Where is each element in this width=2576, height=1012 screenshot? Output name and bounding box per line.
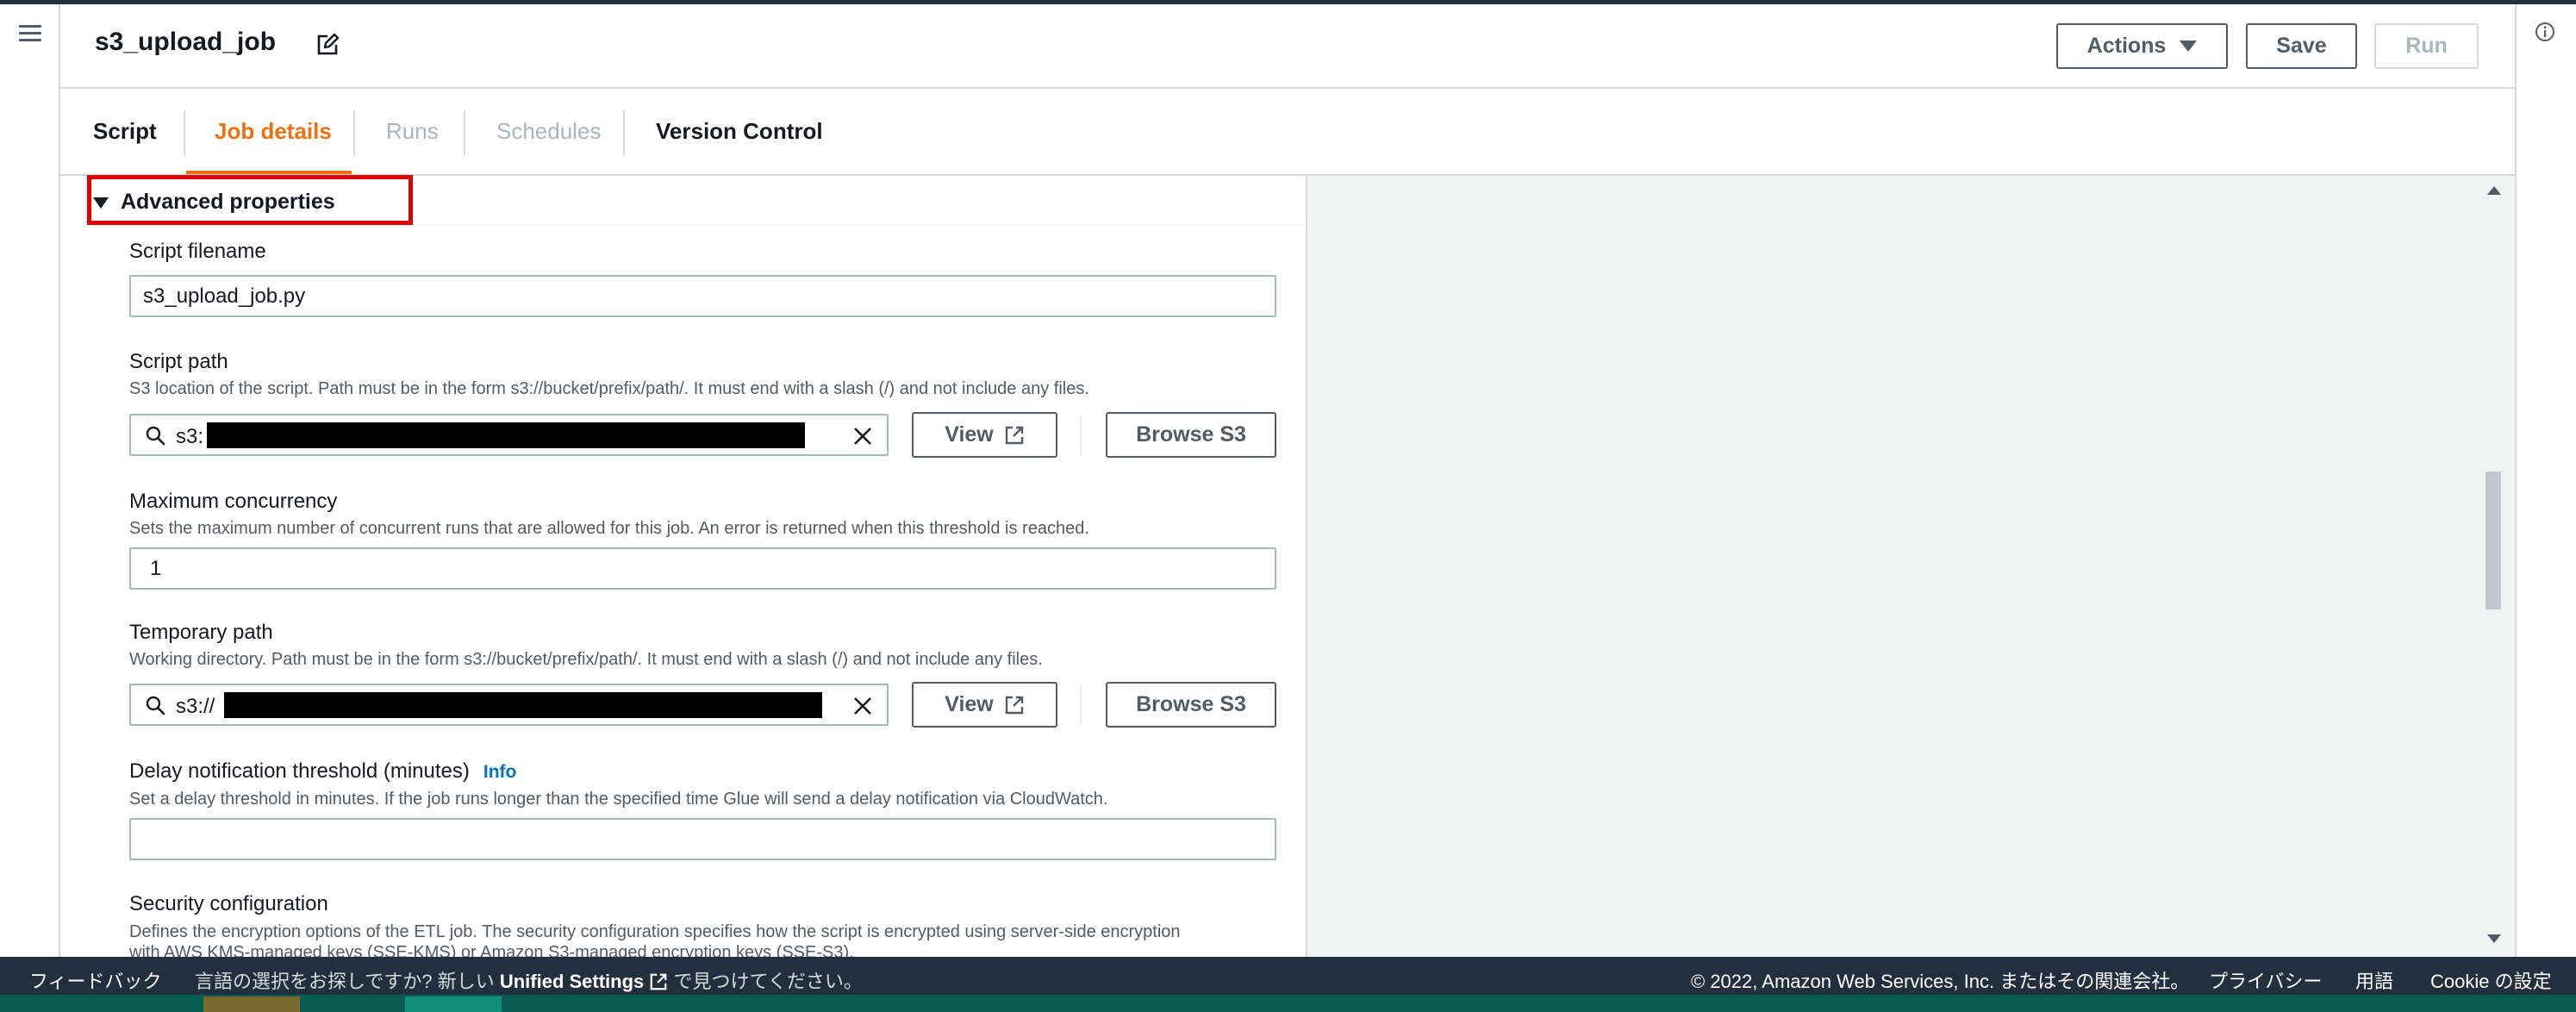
close-icon[interactable] xyxy=(851,695,874,717)
delay-threshold-description: Set a delay threshold in minutes. If the… xyxy=(129,790,1108,809)
job-details-form: Advanced properties Script filename s3_u… xyxy=(60,176,1307,957)
delay-threshold-label-row: Delay notification threshold (minutes) I… xyxy=(129,759,516,784)
script-path-description: S3 location of the script. Path must be … xyxy=(129,379,1089,398)
lang-suffix: で見つけてください。 xyxy=(673,971,863,992)
script-path-label: Script path xyxy=(129,350,228,373)
taskbar-app-icon[interactable] xyxy=(405,996,502,1012)
scroll-up-arrow[interactable] xyxy=(2487,186,2501,195)
cookie-settings-link[interactable]: Cookie の設定 xyxy=(2430,966,2552,994)
info-circle-icon[interactable] xyxy=(2535,22,2555,42)
tab-runs: Runs xyxy=(386,118,439,144)
button-separator xyxy=(1080,415,1082,455)
language-settings-message: 言語の選択をお探しですか? 新しい Unified Settings で見つけて… xyxy=(195,966,863,994)
delay-threshold-info-link[interactable]: Info xyxy=(483,762,516,783)
tab-version-control[interactable]: Version Control xyxy=(656,118,823,145)
max-concurrency-label: Maximum concurrency xyxy=(129,490,338,513)
top-bar xyxy=(0,0,2576,4)
os-taskbar xyxy=(0,995,2576,1012)
redacted-value xyxy=(207,422,805,448)
tab-separator xyxy=(184,110,185,155)
security-config-description-line2: with AWS KMS-managed keys (SSE-KMS) or A… xyxy=(129,943,854,957)
close-icon[interactable] xyxy=(851,425,874,447)
external-link-icon xyxy=(1005,696,1023,714)
left-navigation-rail xyxy=(0,4,60,957)
search-icon xyxy=(146,696,165,715)
actions-label: Actions xyxy=(2086,34,2167,58)
view-label: View xyxy=(945,422,994,447)
header-divider xyxy=(60,87,2515,89)
taskbar-app-icon[interactable] xyxy=(203,996,300,1012)
feedback-link[interactable]: フィードバック xyxy=(29,966,162,994)
tab-script[interactable]: Script xyxy=(93,118,157,145)
tab-separator xyxy=(623,110,625,155)
tab-schedules: Schedules xyxy=(496,118,602,144)
copyright-text: © 2022, Amazon Web Services, Inc. またはその関… xyxy=(1691,971,2190,992)
delay-threshold-label: Delay notification threshold (minutes) xyxy=(129,759,470,783)
lang-prefix: 言語の選択をお探しですか? 新しい xyxy=(195,971,495,992)
scrollbar-thumb[interactable] xyxy=(2486,472,2501,609)
temporary-path-view-button[interactable]: View xyxy=(912,682,1057,728)
save-label: Save xyxy=(2276,34,2327,58)
right-panel xyxy=(1307,176,2515,957)
footer: フィードバック 言語の選択をお探しですか? 新しい Unified Settin… xyxy=(0,957,2576,995)
tab-separator xyxy=(353,110,355,155)
edit-icon[interactable] xyxy=(315,33,340,57)
terms-link[interactable]: 用語 xyxy=(2355,966,2393,994)
delay-threshold-input[interactable] xyxy=(129,818,1276,860)
scroll-down-arrow[interactable] xyxy=(2487,934,2501,943)
temporary-path-description: Working directory. Path must be in the f… xyxy=(129,650,1043,669)
browse-s3-label: Browse S3 xyxy=(1136,692,1246,716)
search-icon xyxy=(146,426,165,446)
script-path-browse-s3-button[interactable]: Browse S3 xyxy=(1106,412,1276,458)
save-button[interactable]: Save xyxy=(2246,23,2357,69)
script-filename-label: Script filename xyxy=(129,240,266,263)
run-label: Run xyxy=(2405,34,2448,58)
section-divider xyxy=(93,224,1304,225)
security-config-label: Security configuration xyxy=(129,892,328,915)
run-button: Run xyxy=(2374,23,2479,69)
hamburger-menu-icon[interactable] xyxy=(19,25,41,42)
privacy-link[interactable]: プライバシー xyxy=(2209,966,2323,994)
browse-s3-label: Browse S3 xyxy=(1136,422,1246,447)
advanced-properties-title: Advanced properties xyxy=(121,190,335,214)
temporary-path-label: Temporary path xyxy=(129,621,273,644)
advanced-properties-toggle[interactable]: Advanced properties xyxy=(93,190,335,215)
max-concurrency-value: 1 xyxy=(150,556,162,580)
caret-down-icon xyxy=(2180,41,2198,52)
external-link-icon xyxy=(651,973,667,990)
script-path-view-button[interactable]: View xyxy=(912,412,1057,458)
script-filename-value: s3_upload_job.py xyxy=(143,284,306,308)
temporary-path-value: s3:// xyxy=(176,695,215,718)
script-path-value: s3: xyxy=(176,425,204,448)
actions-dropdown-button[interactable]: Actions xyxy=(2056,23,2228,69)
right-tools-rail xyxy=(2515,4,2576,957)
unified-settings-link[interactable]: Unified Settings xyxy=(500,971,644,992)
max-concurrency-input[interactable]: 1 xyxy=(129,547,1276,590)
temporary-path-browse-s3-button[interactable]: Browse S3 xyxy=(1106,682,1276,728)
max-concurrency-description: Sets the maximum number of concurrent ru… xyxy=(129,519,1089,538)
page-title: s3_upload_job xyxy=(95,28,277,56)
caret-down-icon xyxy=(93,197,109,209)
redacted-value xyxy=(224,692,822,718)
tab-job-details[interactable]: Job details xyxy=(215,118,332,145)
script-filename-input[interactable]: s3_upload_job.py xyxy=(129,275,1276,317)
view-label: View xyxy=(945,692,994,716)
tab-separator xyxy=(464,110,465,155)
script-path-input[interactable]: s3: xyxy=(129,414,889,456)
button-separator xyxy=(1080,685,1082,725)
security-config-description: Defines the encryption options of the ET… xyxy=(129,922,1181,941)
external-link-icon xyxy=(1005,426,1023,444)
temporary-path-input[interactable]: s3:// xyxy=(129,684,889,726)
